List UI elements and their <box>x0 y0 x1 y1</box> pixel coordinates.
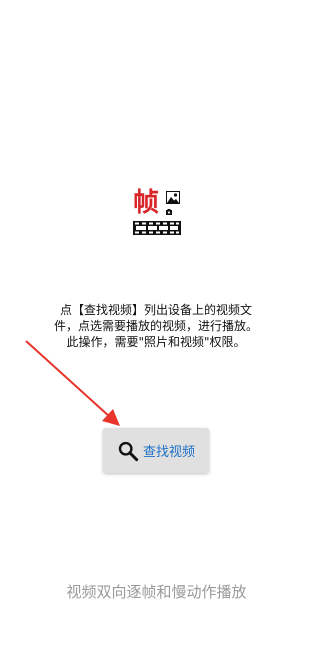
app-tagline: 视频双向逐帧和慢动作播放 <box>66 583 247 601</box>
search-icon <box>118 441 139 461</box>
find-videos-label: 查找视频 <box>143 445 196 460</box>
find-videos-button[interactable]: 查找视频 <box>103 428 209 473</box>
pointer-arrow-icon <box>25 340 120 426</box>
